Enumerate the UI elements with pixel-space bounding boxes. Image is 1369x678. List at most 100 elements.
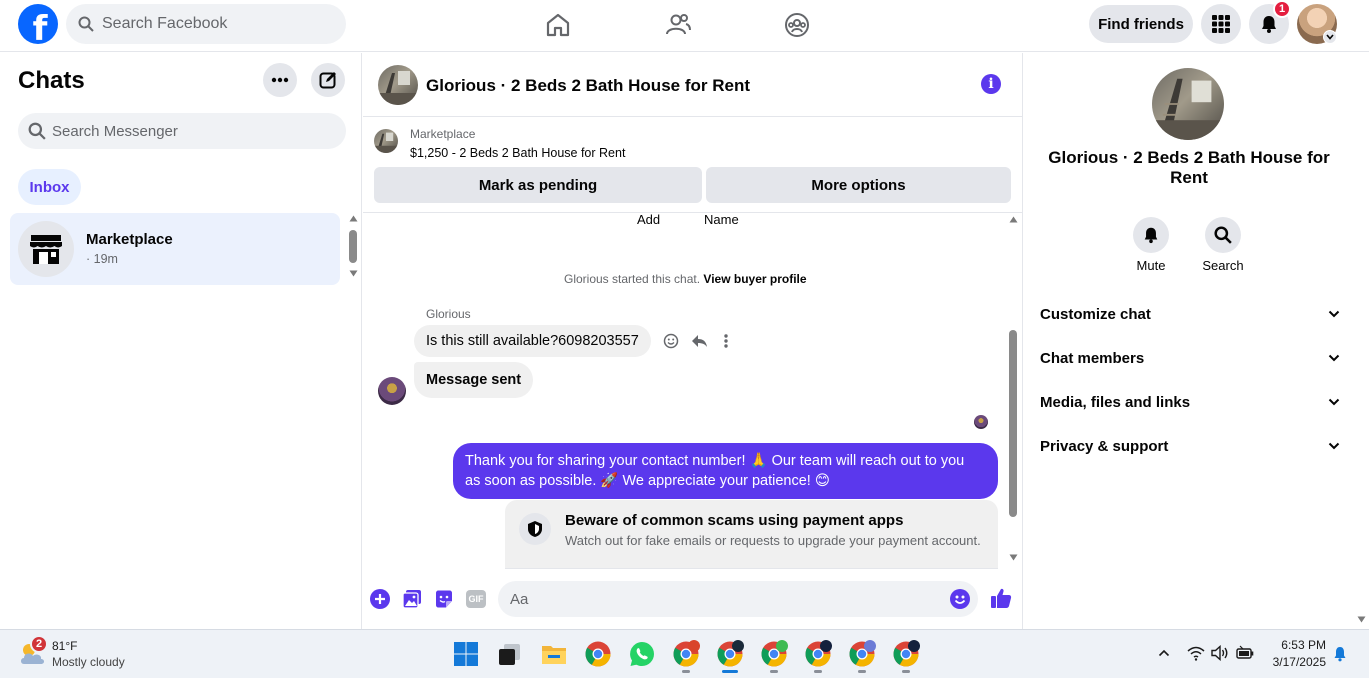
outgoing-message-bubble[interactable]: Thank you for sharing your contact numbe…	[453, 443, 998, 499]
sender-avatar[interactable]	[378, 377, 406, 405]
chrome-profile-a2-app[interactable]	[848, 640, 876, 673]
chrome-profile-dark-app[interactable]	[804, 640, 832, 673]
top-navigation-bar: f Search Facebook Find friends 1	[0, 0, 1369, 52]
windows-start-icon[interactable]	[452, 640, 480, 668]
incoming-message-bubble-2[interactable]: Message sent	[414, 362, 534, 398]
listing-thumbnail[interactable]	[374, 129, 398, 153]
sidebar-scrollbar[interactable]	[349, 215, 358, 285]
chrome-icon	[805, 640, 832, 667]
incoming-message-bubble[interactable]: Is this still available?6098203557	[414, 325, 651, 357]
home-icon[interactable]	[543, 10, 573, 40]
conversation-title[interactable]: Glorious · 2 Beds 2 Bath House for Rent	[426, 76, 750, 96]
react-emoji-icon[interactable]	[663, 333, 679, 349]
weather-badge: 2	[30, 635, 48, 653]
outgoing-message-line-2: as soon as possible. 🚀 We appreciate you…	[465, 473, 830, 489]
page-scrollbar[interactable]	[1354, 53, 1369, 629]
search-in-chat-button[interactable]	[1205, 217, 1241, 253]
shield-icon-wrapper	[519, 513, 551, 545]
chevron-down-icon	[1328, 442, 1340, 450]
storefront-icon	[30, 235, 62, 264]
chrome-icon	[849, 640, 876, 667]
search-messenger-input[interactable]: Search Messenger	[18, 113, 346, 149]
find-friends-button[interactable]: Find friends	[1089, 5, 1193, 43]
inbox-tab[interactable]: Inbox	[18, 169, 81, 205]
chat-members-row[interactable]: Chat members	[1040, 348, 1340, 368]
chrome-icon	[585, 641, 611, 667]
scam-warning-title: Beware of common scams using payment app…	[565, 512, 904, 529]
groups-icon[interactable]	[782, 10, 812, 40]
battery-icon[interactable]	[1236, 645, 1254, 661]
details-title: Glorious · 2 Beds 2 Bath House for Rent	[1048, 148, 1330, 187]
sidebar-scroll-thumb[interactable]	[349, 230, 357, 263]
chrome-app[interactable]	[584, 640, 612, 668]
plus-icon[interactable]	[370, 589, 390, 609]
more-horizontal-icon	[271, 77, 289, 83]
gif-icon[interactable]: GIF	[466, 590, 486, 608]
clock-date[interactable]: 3/17/2025	[1266, 655, 1326, 669]
messages-scroll-thumb[interactable]	[1009, 330, 1017, 517]
chrome-profile-f-app[interactable]	[760, 640, 788, 673]
mute-button[interactable]	[1133, 217, 1169, 253]
listing-price-title[interactable]: $1,250 - 2 Beds 2 Bath House for Rent	[410, 146, 625, 160]
facebook-logo[interactable]: f	[18, 4, 58, 44]
message-input[interactable]: Aa	[498, 581, 978, 617]
search-facebook-placeholder: Search Facebook	[102, 15, 228, 32]
view-buyer-profile-link[interactable]: View buyer profile	[703, 272, 806, 286]
task-view-icon[interactable]	[496, 640, 524, 668]
house-photo-icon	[378, 71, 418, 105]
emoji-icon[interactable]	[950, 589, 970, 609]
windows-taskbar: 2 81°F Mostly cloudy 6:53 PM 3/17/2025	[0, 629, 1369, 678]
listing-avatar[interactable]	[378, 65, 418, 105]
photo-icon[interactable]	[402, 589, 422, 609]
seen-indicator-avatar	[974, 415, 988, 429]
sender-name: Glorious	[426, 307, 471, 321]
conversation-name: Marketplace	[86, 231, 173, 248]
running-indicator	[902, 670, 910, 673]
chrome-profile-a-app[interactable]	[672, 640, 700, 673]
chrome-profile-dark2-app[interactable]	[892, 640, 920, 673]
chrome-profile-active-app[interactable]	[716, 640, 744, 673]
customize-chat-row[interactable]: Customize chat	[1040, 304, 1340, 324]
chrome-icon	[717, 640, 744, 667]
chevron-up-icon[interactable]	[1158, 649, 1170, 657]
friends-icon[interactable]	[663, 10, 693, 40]
search-facebook-input[interactable]: Search Facebook	[66, 4, 346, 44]
clock-time[interactable]: 6:53 PM	[1266, 638, 1326, 652]
wifi-icon[interactable]	[1187, 645, 1205, 661]
more-options-button[interactable]: More options	[706, 167, 1011, 203]
conversation-item-marketplace[interactable]: Marketplace · 19m	[10, 213, 340, 285]
chrome-icon	[893, 640, 920, 667]
new-message-button[interactable]	[311, 63, 345, 97]
chevron-down-icon	[1328, 398, 1340, 406]
volume-icon[interactable]	[1211, 645, 1229, 661]
notification-bell-icon[interactable]	[1333, 646, 1347, 662]
sticker-icon[interactable]	[434, 589, 454, 609]
media-files-links-row[interactable]: Media, files and links	[1040, 392, 1340, 412]
mark-as-pending-button[interactable]: Mark as pending	[374, 167, 702, 203]
media-files-links-label: Media, files and links	[1040, 393, 1191, 411]
running-indicator	[858, 670, 866, 673]
like-thumb-icon[interactable]	[990, 587, 1012, 609]
messages-scrollbar[interactable]	[1009, 216, 1019, 568]
chevron-down-icon	[1326, 34, 1334, 40]
file-explorer-icon[interactable]	[540, 640, 568, 668]
info-icon[interactable]: i	[981, 74, 1001, 94]
privacy-support-row[interactable]: Privacy & support	[1040, 436, 1340, 456]
scroll-up-arrow-icon	[349, 215, 358, 222]
chat-options-button[interactable]	[263, 63, 297, 97]
more-vertical-icon[interactable]	[723, 333, 729, 349]
cut-label-add: Add	[637, 212, 661, 227]
whatsapp-icon[interactable]	[628, 640, 656, 668]
listing-divider	[363, 212, 1023, 213]
privacy-support-label: Privacy & support	[1040, 437, 1169, 455]
chevron-down-icon	[1328, 354, 1340, 362]
scroll-up-arrow-icon	[1009, 216, 1018, 223]
notification-count-badge: 1	[1273, 0, 1291, 18]
running-indicator	[770, 670, 778, 673]
account-chevron[interactable]	[1323, 30, 1337, 44]
bell-icon	[1144, 227, 1158, 244]
search-icon	[28, 122, 46, 140]
menu-button[interactable]	[1201, 4, 1241, 44]
listing-profile-photo[interactable]	[1152, 68, 1224, 140]
reply-icon[interactable]	[691, 333, 708, 349]
